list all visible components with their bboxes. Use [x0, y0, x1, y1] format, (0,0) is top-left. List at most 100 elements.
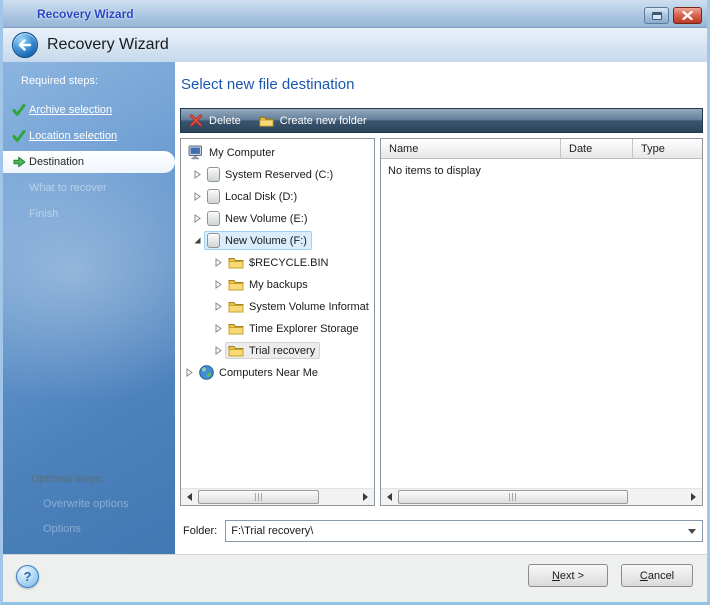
optional-steps-list: Overwrite options Options	[3, 498, 175, 535]
scrollbar-thumb[interactable]	[398, 490, 628, 504]
window-title: Recovery Wizard	[37, 7, 134, 21]
folder-path-value: F:\Trial recovery\	[231, 525, 688, 537]
create-new-folder-button[interactable]: Create new folder	[255, 113, 375, 129]
dropdown-arrow-icon[interactable]	[688, 529, 696, 534]
restore-icon	[652, 12, 662, 20]
panels: My Computer System Reserved (C:) Local Dis…	[180, 138, 703, 506]
toolbar-button-label: Create new folder	[280, 115, 367, 127]
tree-horizontal-scrollbar[interactable]	[181, 488, 374, 505]
column-header-type[interactable]: Type	[633, 139, 702, 158]
new-folder-icon	[259, 115, 274, 127]
restore-button[interactable]	[644, 7, 669, 24]
expand-expander-icon[interactable]	[214, 346, 225, 355]
computer-icon	[188, 145, 204, 160]
scroll-right-button[interactable]	[357, 489, 374, 505]
expand-expander-icon[interactable]	[193, 214, 204, 223]
tree-item-label: Local Disk (D:)	[225, 190, 297, 203]
sidebar-step-finish: Finish	[3, 203, 175, 225]
list-column-headers: NameDateType	[381, 139, 702, 159]
help-icon: ?	[24, 569, 32, 584]
step-label: Archive selection	[29, 104, 112, 116]
sidebar-step-location-selection[interactable]: Location selection	[3, 125, 175, 147]
step-label: Destination	[29, 156, 84, 168]
tree-item-local-disk-d[interactable]: Local Disk (D:)	[181, 185, 374, 207]
step-label: Finish	[29, 208, 58, 220]
tree-item-system-volume-informat[interactable]: System Volume Informat	[181, 295, 374, 317]
tree-item-label: New Volume (F:)	[225, 234, 307, 247]
required-steps-label: Required steps:	[21, 75, 175, 87]
scroll-left-button[interactable]	[381, 489, 398, 505]
sidebar-step-options: Options	[43, 523, 175, 535]
expand-expander-icon[interactable]	[193, 192, 204, 201]
delete-icon	[189, 114, 203, 127]
scroll-left-button[interactable]	[181, 489, 198, 505]
list-horizontal-scrollbar[interactable]	[381, 488, 702, 505]
titlebar-buttons	[644, 7, 702, 24]
drive-icon	[207, 211, 220, 226]
scrollbar-track[interactable]	[198, 489, 357, 505]
scroll-left-icon	[187, 493, 192, 501]
step-label: What to recover	[29, 182, 107, 194]
footer-buttons: Next > Cancel	[528, 564, 693, 587]
cancel-button[interactable]: Cancel	[621, 564, 693, 587]
folder-icon	[228, 322, 244, 335]
sidebar-step-archive-selection[interactable]: Archive selection	[3, 99, 175, 121]
tree-item-label: Trial recovery	[249, 344, 315, 357]
tree-item-label: $RECYCLE.BIN	[249, 256, 328, 269]
folder-combobox[interactable]: F:\Trial recovery\	[225, 520, 703, 542]
delete-button[interactable]: Delete	[185, 112, 249, 129]
tree-item-label: System Volume Informat	[249, 300, 369, 313]
expand-expander-icon[interactable]	[214, 324, 225, 333]
steps-sidebar: Required steps: Archive selection Locatio…	[3, 62, 175, 554]
tree-item-new-volume-f[interactable]: New Volume (F:)	[181, 229, 374, 251]
column-header-name[interactable]: Name	[381, 139, 561, 158]
tree-item-trial-recovery[interactable]: Trial recovery	[181, 339, 374, 361]
sidebar-step-what-to-recover: What to recover	[3, 177, 175, 199]
tree-item-label: New Volume (E:)	[225, 212, 308, 225]
next-button[interactable]: Next >	[528, 564, 608, 587]
tree-item-new-volume-e[interactable]: New Volume (E:)	[181, 207, 374, 229]
tree-item-time-explorer-storage[interactable]: Time Explorer Storage	[181, 317, 374, 339]
scroll-right-icon	[691, 493, 696, 501]
back-arrow-icon	[18, 39, 32, 51]
next-button-label: Next >	[539, 570, 597, 582]
optional-steps-label: Optional steps:	[31, 473, 175, 485]
back-button[interactable]	[12, 32, 38, 58]
tree-item-label: System Reserved (C:)	[225, 168, 333, 181]
help-button[interactable]: ?	[16, 565, 39, 588]
column-header-date[interactable]: Date	[561, 139, 633, 158]
expand-expander-icon[interactable]	[214, 302, 225, 311]
expand-expander-icon[interactable]	[214, 280, 225, 289]
close-icon	[682, 11, 693, 20]
tree-item-system-reserved-c[interactable]: System Reserved (C:)	[181, 163, 374, 185]
file-list-body: No items to display	[381, 159, 702, 488]
current-step-arrow-icon	[11, 156, 27, 168]
expand-expander-icon[interactable]	[193, 170, 204, 179]
tree-item-my-computer[interactable]: My Computer	[181, 141, 374, 163]
step-label: Location selection	[29, 130, 117, 142]
collapse-expander-icon[interactable]	[193, 236, 204, 245]
sidebar-step-destination: Destination	[3, 151, 175, 173]
drive-icon	[207, 167, 220, 182]
tree-item-label: My backups	[249, 278, 308, 291]
expand-expander-icon[interactable]	[214, 258, 225, 267]
recovery-wizard-window: Recovery Wizard Recovery Wizard Required…	[0, 0, 710, 605]
folder-icon	[228, 344, 244, 357]
tree-item-label: Computers Near Me	[219, 366, 318, 379]
folder-icon	[228, 256, 244, 269]
tree-item-label: Time Explorer Storage	[249, 322, 359, 335]
scrollbar-track[interactable]	[398, 489, 685, 505]
tree-item-computers-near-me[interactable]: Computers Near Me	[181, 361, 374, 383]
scrollbar-thumb[interactable]	[198, 490, 319, 504]
tree-item-my-backups[interactable]: My backups	[181, 273, 374, 295]
scroll-right-icon	[363, 493, 368, 501]
optional-steps-section: Optional steps: Overwrite options Options	[3, 473, 175, 548]
close-button[interactable]	[673, 7, 702, 24]
wizard-body: Required steps: Archive selection Locatio…	[3, 62, 707, 554]
tree-item-recycle-bin[interactable]: $RECYCLE.BIN	[181, 251, 374, 273]
expand-expander-icon[interactable]	[185, 368, 196, 377]
scroll-right-button[interactable]	[685, 489, 702, 505]
sidebar-step-overwrite-options: Overwrite options	[43, 498, 175, 510]
titlebar[interactable]: Recovery Wizard	[3, 0, 707, 28]
drive-icon	[207, 189, 220, 204]
